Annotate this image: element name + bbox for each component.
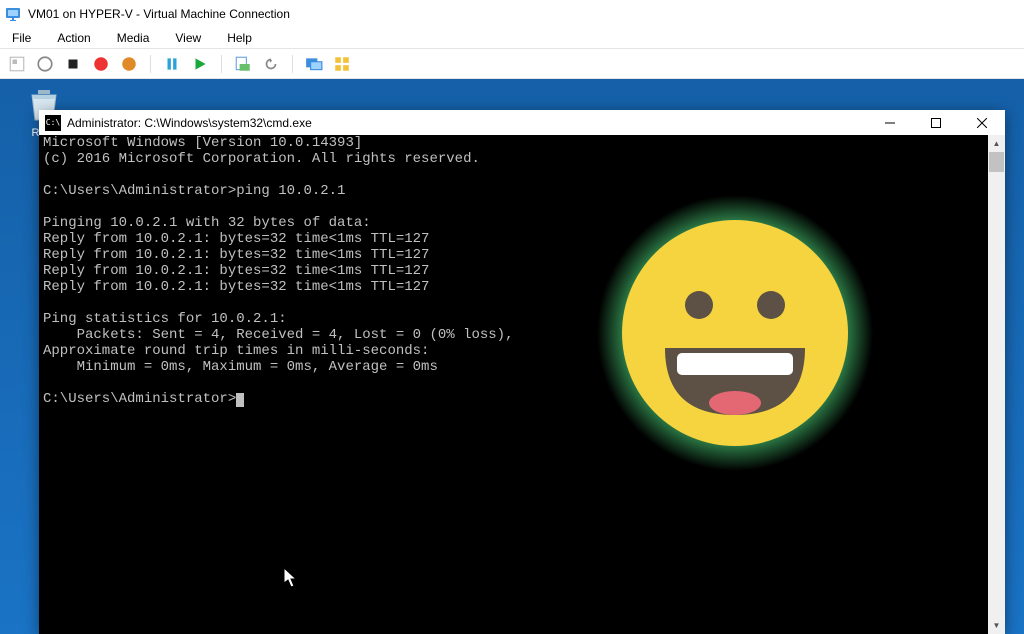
maximize-button[interactable] [913, 110, 959, 135]
checkpoint-icon[interactable] [234, 55, 252, 73]
cmd-output[interactable]: Microsoft Windows [Version 10.0.14393] (… [39, 135, 988, 634]
scroll-thumb[interactable] [989, 152, 1004, 172]
cmd-titlebar[interactable]: C:\ Administrator: C:\Windows\system32\c… [39, 110, 1005, 135]
start-icon[interactable] [36, 55, 54, 73]
scroll-track[interactable] [988, 152, 1005, 617]
hyperv-toolbar [0, 49, 1024, 79]
menu-action[interactable]: Action [57, 31, 90, 45]
revert-icon[interactable] [262, 55, 280, 73]
toolbar-separator [292, 55, 293, 73]
hyperv-menubar: File Action Media View Help [0, 27, 1024, 49]
menu-view[interactable]: View [175, 31, 201, 45]
hyperv-icon [6, 6, 22, 22]
menu-media[interactable]: Media [117, 31, 150, 45]
pause-icon[interactable] [163, 55, 181, 73]
menu-file[interactable]: File [12, 31, 31, 45]
menu-help[interactable]: Help [227, 31, 252, 45]
toolbar-separator [221, 55, 222, 73]
reset-icon[interactable] [191, 55, 209, 73]
share-icon[interactable] [333, 55, 351, 73]
ctrl-alt-del-icon[interactable] [8, 55, 26, 73]
save-icon[interactable] [120, 55, 138, 73]
hyperv-title: VM01 on HYPER-V - Virtual Machine Connec… [28, 7, 290, 21]
hyperv-titlebar: VM01 on HYPER-V - Virtual Machine Connec… [0, 0, 1024, 27]
cmd-icon: C:\ [45, 115, 61, 131]
scroll-up-button[interactable]: ▲ [988, 135, 1005, 152]
enhanced-session-icon[interactable] [305, 55, 323, 73]
cmd-window: C:\ Administrator: C:\Windows\system32\c… [39, 110, 1005, 634]
text-cursor [236, 393, 244, 407]
turn-off-icon[interactable] [64, 55, 82, 73]
scroll-down-button[interactable]: ▼ [988, 617, 1005, 634]
shutdown-icon[interactable] [92, 55, 110, 73]
minimize-button[interactable] [867, 110, 913, 135]
cmd-body: Microsoft Windows [Version 10.0.14393] (… [39, 135, 1005, 634]
toolbar-separator [150, 55, 151, 73]
close-button[interactable] [959, 110, 1005, 135]
cmd-title: Administrator: C:\Windows\system32\cmd.e… [67, 116, 312, 130]
scrollbar[interactable]: ▲ ▼ [988, 135, 1005, 634]
